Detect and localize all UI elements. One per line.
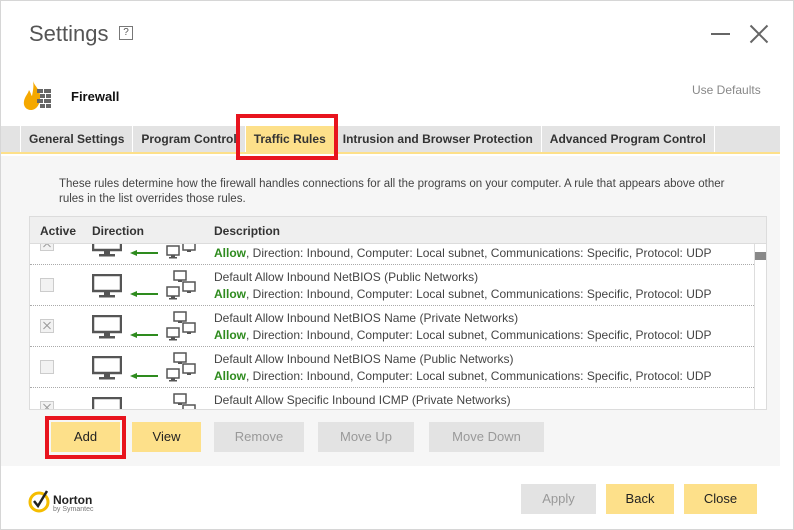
header-active: Active	[40, 224, 77, 238]
inbound-arrow-icon	[130, 284, 158, 297]
tab-general-settings[interactable]: General Settings	[21, 126, 134, 152]
window-title: Settings	[29, 21, 109, 46]
inbound-arrow-icon	[130, 407, 158, 409]
section-title: Firewall	[71, 89, 120, 104]
rules-list: Allow, Direction: Inbound, Computer: Loc…	[30, 244, 754, 409]
tab-program-control[interactable]: Program Control	[133, 126, 246, 152]
computer-icon	[91, 273, 123, 298]
norton-brand: Norton	[53, 493, 93, 507]
add-button[interactable]: Add	[51, 422, 120, 452]
apply-button[interactable]: Apply	[521, 484, 596, 514]
rule-action: Allow	[214, 328, 246, 342]
tab-traffic-rules[interactable]: Traffic Rules	[245, 126, 335, 152]
table-row[interactable]: Default Allow Specific Inbound ICMP (Pri…	[30, 388, 754, 409]
rule-detail-text: , Direction: Inbound, Computer: Local su…	[246, 246, 712, 260]
norton-logo-icon	[28, 490, 50, 513]
computer-icon	[91, 244, 123, 257]
rules-table: Active Direction Description Allow, Dire…	[29, 216, 767, 410]
inbound-arrow-icon	[130, 325, 158, 338]
network-icon	[166, 270, 198, 302]
network-icon	[166, 311, 198, 343]
inbound-arrow-icon	[130, 366, 158, 379]
computer-icon	[91, 355, 123, 380]
scrollbar[interactable]	[754, 244, 766, 409]
rule-title: Default Allow Inbound NetBIOS (Public Ne…	[214, 270, 479, 284]
rule-detail: Allow, Direction: Inbound, Computer: Loc…	[214, 328, 712, 342]
tab-bar: General Settings Program Control Traffic…	[1, 126, 780, 154]
close-window-button[interactable]	[745, 19, 773, 47]
remove-button[interactable]: Remove	[214, 422, 304, 452]
rules-description: These rules determine how the firewall h…	[59, 178, 725, 205]
network-icon	[166, 352, 198, 384]
help-button[interactable]: ?	[119, 26, 133, 40]
table-row[interactable]: Default Allow Inbound NetBIOS Name (Priv…	[30, 306, 754, 347]
rule-title: Default Allow Inbound NetBIOS Name (Publ…	[214, 352, 514, 366]
table-header: Active Direction Description	[30, 217, 766, 244]
active-checkbox[interactable]	[40, 401, 54, 409]
active-checkbox[interactable]	[40, 360, 54, 374]
computer-icon	[91, 314, 123, 339]
firewall-icon	[23, 81, 51, 110]
move-up-button[interactable]: Move Up	[318, 422, 414, 452]
header-description: Description	[214, 224, 281, 238]
settings-window: Settings ? Firewall Use Defaults General…	[0, 0, 794, 530]
rule-action: Allow	[214, 287, 246, 301]
close-button[interactable]: Close	[684, 484, 757, 514]
inbound-arrow-icon	[130, 244, 158, 256]
computer-icon	[91, 396, 123, 409]
rule-detail: Allow, Direction: Inbound, Computer: Loc…	[214, 287, 712, 301]
move-down-button[interactable]: Move Down	[429, 422, 544, 452]
scrollbar-thumb[interactable]	[755, 252, 766, 260]
table-row[interactable]: Default Allow Inbound NetBIOS Name (Publ…	[30, 347, 754, 388]
view-button[interactable]: View	[132, 422, 201, 452]
network-icon	[166, 244, 198, 261]
active-checkbox[interactable]	[40, 319, 54, 333]
rule-action: Allow	[214, 246, 246, 260]
tab-intrusion-browser-protection[interactable]: Intrusion and Browser Protection	[335, 126, 542, 152]
rule-title: Default Allow Inbound NetBIOS Name (Priv…	[214, 311, 519, 325]
header-direction: Direction	[92, 224, 145, 238]
minimize-button[interactable]	[707, 19, 735, 47]
table-row[interactable]: Allow, Direction: Inbound, Computer: Loc…	[30, 244, 754, 265]
use-defaults-link[interactable]: Use Defaults	[692, 83, 761, 97]
rule-detail-text: , Direction: Inbound, Computer: Local su…	[246, 287, 712, 301]
network-icon	[166, 393, 198, 409]
active-checkbox[interactable]	[40, 244, 54, 251]
rule-detail: Allow, Direction: Inbound, Computer: Loc…	[214, 246, 712, 260]
active-checkbox[interactable]	[40, 278, 54, 292]
norton-subtitle: by Symantec	[53, 506, 94, 513]
rule-detail-text: , Direction: Inbound, Computer: Local su…	[246, 328, 712, 342]
rule-detail-text: , Direction: Inbound, Computer: Local su…	[246, 369, 712, 383]
rule-detail: Allow, Direction: Inbound, Computer: Loc…	[214, 369, 712, 383]
rule-action: Allow	[214, 369, 246, 383]
table-row[interactable]: Default Allow Inbound NetBIOS (Public Ne…	[30, 265, 754, 306]
rule-title: Default Allow Specific Inbound ICMP (Pri…	[214, 393, 511, 407]
tab-advanced-program-control[interactable]: Advanced Program Control	[542, 126, 715, 152]
back-button[interactable]: Back	[606, 484, 674, 514]
